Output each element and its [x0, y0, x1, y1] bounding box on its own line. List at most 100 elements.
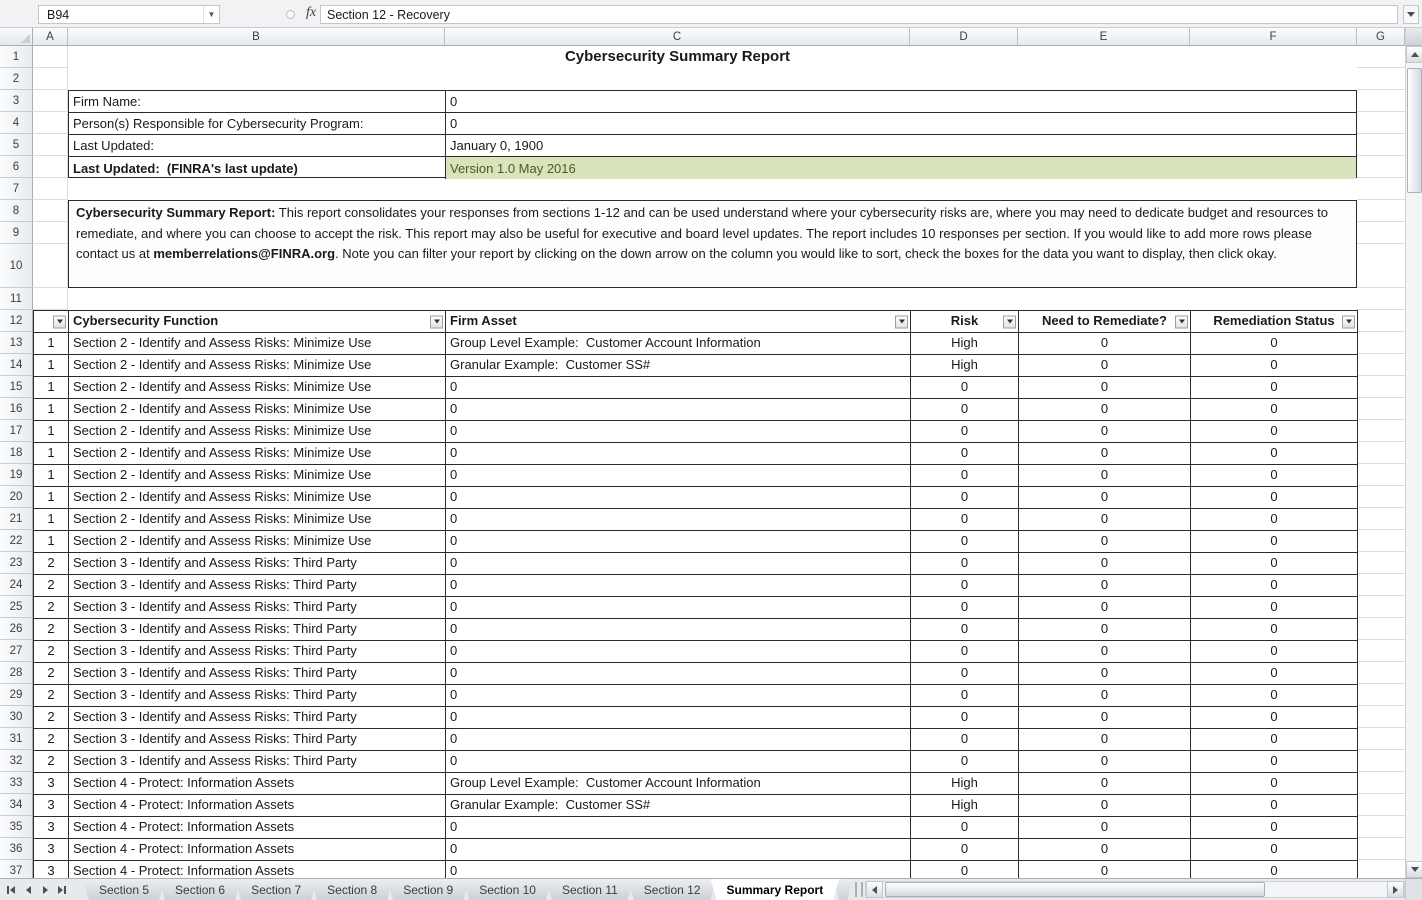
cell-cybersecurity-function[interactable]: Section 2 - Identify and Assess Risks: M…	[69, 465, 446, 486]
column-filter-header-asset[interactable]: Firm Asset	[446, 311, 911, 332]
cell-cybersecurity-function[interactable]: Section 3 - Identify and Assess Risks: T…	[69, 663, 446, 684]
cell-firm-asset[interactable]: 0	[446, 663, 911, 684]
cell-need-to-remediate[interactable]: 0	[1019, 399, 1191, 420]
cell-firm-asset[interactable]: Group Level Example: Customer Account In…	[446, 333, 911, 354]
cell-need-to-remediate[interactable]: 0	[1019, 487, 1191, 508]
name-box-dropdown-icon[interactable]: ▼	[203, 6, 219, 23]
column-filter-header-blank[interactable]	[34, 311, 69, 332]
cell-firm-asset[interactable]: 0	[446, 531, 911, 552]
cell-firm-asset[interactable]: 0	[446, 553, 911, 574]
sheet-tab-section-7[interactable]: Section 7	[235, 879, 317, 900]
cell-group-number[interactable]: 3	[34, 861, 69, 878]
cell-group-number[interactable]: 1	[34, 509, 69, 530]
cells-canvas[interactable]: Cybersecurity Summary ReportFirm Name:0P…	[0, 28, 1405, 878]
cell-risk[interactable]: High	[911, 773, 1019, 794]
row-header-3[interactable]: 3	[0, 90, 33, 112]
column-header-B[interactable]: B	[68, 28, 445, 46]
row-header-1[interactable]: 1	[0, 46, 33, 68]
vertical-scrollbar[interactable]	[1405, 28, 1422, 878]
row-header-13[interactable]: 13	[0, 332, 33, 354]
cell-group-number[interactable]: 1	[34, 465, 69, 486]
cell-remediation-status[interactable]: 0	[1191, 465, 1358, 486]
row-header-10[interactable]: 10	[0, 244, 33, 288]
row-header-18[interactable]: 18	[0, 442, 33, 464]
scrollbar-split-handle[interactable]	[1406, 28, 1422, 46]
column-header-E[interactable]: E	[1018, 28, 1190, 46]
cell-need-to-remediate[interactable]: 0	[1019, 751, 1191, 772]
column-header-C[interactable]: C	[445, 28, 910, 46]
cell-group-number[interactable]: 2	[34, 641, 69, 662]
scroll-left-button[interactable]	[866, 881, 883, 898]
cell-risk[interactable]: 0	[911, 729, 1019, 750]
sheet-tab-section-12[interactable]: Section 12	[628, 879, 717, 900]
sheet-tab-section-11[interactable]: Section 11	[546, 879, 634, 900]
cell-group-number[interactable]: 1	[34, 421, 69, 442]
cell-firm-asset[interactable]: 0	[446, 443, 911, 464]
row-header-26[interactable]: 26	[0, 618, 33, 640]
cell-need-to-remediate[interactable]: 0	[1019, 641, 1191, 662]
row-header-31[interactable]: 31	[0, 728, 33, 750]
cell-cybersecurity-function[interactable]: Section 3 - Identify and Assess Risks: T…	[69, 597, 446, 618]
cell-firm-asset[interactable]: Group Level Example: Customer Account In…	[446, 773, 911, 794]
cell-firm-asset[interactable]: 0	[446, 707, 911, 728]
cell-remediation-status[interactable]: 0	[1191, 619, 1358, 640]
cell-risk[interactable]: 0	[911, 553, 1019, 574]
cell-remediation-status[interactable]: 0	[1191, 685, 1358, 706]
cell-group-number[interactable]: 2	[34, 707, 69, 728]
cell-firm-asset[interactable]: 0	[446, 597, 911, 618]
cell-firm-asset[interactable]: 0	[446, 751, 911, 772]
cell-risk[interactable]: High	[911, 355, 1019, 376]
report-description-cell[interactable]: Cybersecurity Summary Report: This repor…	[68, 200, 1357, 288]
cell-group-number[interactable]: 2	[34, 751, 69, 772]
cell-risk[interactable]: 0	[911, 839, 1019, 860]
cell-firm-asset[interactable]: 0	[446, 575, 911, 596]
cell-cybersecurity-function[interactable]: Section 3 - Identify and Assess Risks: T…	[69, 729, 446, 750]
row-header-20[interactable]: 20	[0, 486, 33, 508]
cell-remediation-status[interactable]: 0	[1191, 861, 1358, 878]
cell-group-number[interactable]: 2	[34, 685, 69, 706]
cell-cybersecurity-function[interactable]: Section 2 - Identify and Assess Risks: M…	[69, 421, 446, 442]
cell-risk[interactable]: 0	[911, 685, 1019, 706]
cell-group-number[interactable]: 2	[34, 553, 69, 574]
cell-need-to-remediate[interactable]: 0	[1019, 597, 1191, 618]
report-title-cell[interactable]: Cybersecurity Summary Report	[445, 46, 910, 68]
cell-firm-asset[interactable]: 0	[446, 377, 911, 398]
cell-firm-asset[interactable]: 0	[446, 399, 911, 420]
cell-group-number[interactable]: 2	[34, 619, 69, 640]
horizontal-scroll-thumb[interactable]	[885, 882, 1265, 897]
row-header-2[interactable]: 2	[0, 68, 33, 90]
cell-remediation-status[interactable]: 0	[1191, 597, 1358, 618]
row-header-21[interactable]: 21	[0, 508, 33, 530]
cell-need-to-remediate[interactable]: 0	[1019, 663, 1191, 684]
cell-cybersecurity-function[interactable]: Section 3 - Identify and Assess Risks: T…	[69, 553, 446, 574]
row-header-8[interactable]: 8	[0, 200, 33, 222]
cell-remediation-status[interactable]: 0	[1191, 355, 1358, 376]
cell-risk[interactable]: 0	[911, 509, 1019, 530]
cell-remediation-status[interactable]: 0	[1191, 663, 1358, 684]
cell-firm-asset[interactable]: Granular Example: Customer SS#	[446, 355, 911, 376]
cell-remediation-status[interactable]: 0	[1191, 333, 1358, 354]
cell-group-number[interactable]: 1	[34, 355, 69, 376]
cell-need-to-remediate[interactable]: 0	[1019, 707, 1191, 728]
cell-risk[interactable]: 0	[911, 487, 1019, 508]
cell-need-to-remediate[interactable]: 0	[1019, 795, 1191, 816]
row-header-37[interactable]: 37	[0, 860, 33, 878]
cell-remediation-status[interactable]: 0	[1191, 839, 1358, 860]
cell-need-to-remediate[interactable]: 0	[1019, 839, 1191, 860]
cell-firm-asset[interactable]: 0	[446, 619, 911, 640]
cell-remediation-status[interactable]: 0	[1191, 531, 1358, 552]
cell-risk[interactable]: 0	[911, 641, 1019, 662]
filter-dropdown-icon[interactable]	[430, 315, 443, 328]
sheet-tab-section-10[interactable]: Section 10	[463, 879, 552, 900]
cell-cybersecurity-function[interactable]: Section 3 - Identify and Assess Risks: T…	[69, 619, 446, 640]
filter-dropdown-icon[interactable]	[1003, 315, 1016, 328]
info-label-cell[interactable]: Last Updated: (FINRA's last update)	[69, 157, 446, 179]
cell-firm-asset[interactable]: Granular Example: Customer SS#	[446, 795, 911, 816]
cell-group-number[interactable]: 2	[34, 575, 69, 596]
cell-remediation-status[interactable]: 0	[1191, 487, 1358, 508]
cell-need-to-remediate[interactable]: 0	[1019, 531, 1191, 552]
cell-risk[interactable]: 0	[911, 707, 1019, 728]
column-filter-header-function[interactable]: Cybersecurity Function	[69, 311, 446, 332]
cell-need-to-remediate[interactable]: 0	[1019, 817, 1191, 838]
cell-group-number[interactable]: 3	[34, 817, 69, 838]
